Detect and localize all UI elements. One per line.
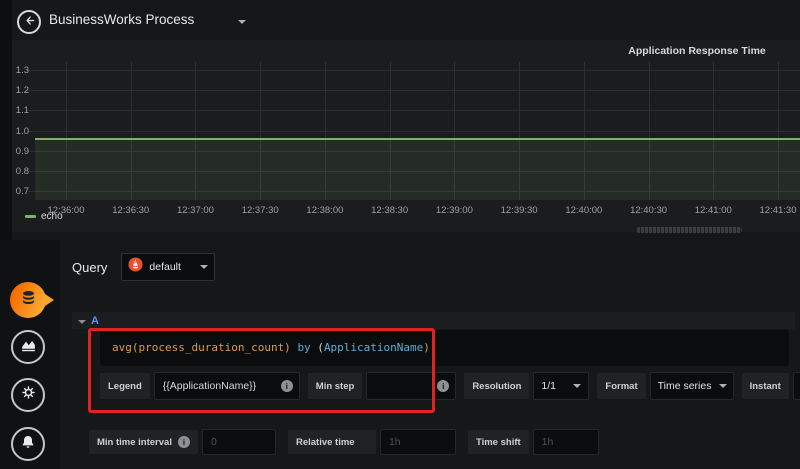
expr-token: avg(process_duration_count) bbox=[112, 341, 291, 354]
x-axis-tick-label: 12:38:30 bbox=[362, 205, 418, 216]
x-axis-tick-label: 12:39:30 bbox=[491, 205, 547, 216]
info-icon[interactable] bbox=[281, 380, 293, 392]
resolution-label: Resolution bbox=[464, 373, 529, 399]
min-step-input[interactable] bbox=[373, 379, 437, 393]
time-shift-label: Time shift bbox=[468, 430, 529, 454]
min-time-interval-input[interactable] bbox=[209, 435, 269, 449]
query-ref-row[interactable]: A bbox=[72, 312, 795, 329]
grafana-panel-editor: BusinessWorks Process Application Respon… bbox=[0, 0, 800, 469]
bell-icon bbox=[20, 434, 36, 455]
min-step-label: Min step bbox=[308, 373, 363, 399]
top-nav: BusinessWorks Process bbox=[0, 0, 800, 40]
resolution-select[interactable]: 1/1 bbox=[533, 372, 589, 400]
back-button[interactable] bbox=[17, 10, 41, 34]
panel-time-options-row: Min time interval Relative time Time shi… bbox=[89, 429, 599, 455]
x-axis-tick-label: 12:38:00 bbox=[297, 205, 353, 216]
min-time-interval-label: Min time interval bbox=[89, 430, 198, 454]
relative-time-input-wrap bbox=[380, 429, 456, 455]
x-axis-tick-label: 12:39:00 bbox=[426, 205, 482, 216]
legend-item-echo[interactable]: echo bbox=[25, 211, 63, 222]
expr-token: ) bbox=[423, 341, 430, 354]
instant-label: Instant bbox=[742, 373, 789, 399]
y-axis-tick-label: 0.7 bbox=[3, 186, 29, 197]
series-area-fill bbox=[35, 139, 800, 200]
promql-expression-field[interactable]: avg(process_duration_count) by (Applicat… bbox=[100, 330, 789, 366]
tab-visualization[interactable] bbox=[11, 330, 45, 364]
query-options-row: Legend Min step Resolution 1/1 Format Ti… bbox=[100, 372, 800, 400]
panel-title[interactable]: Application Response Time bbox=[607, 45, 787, 57]
expr-token: ApplicationName bbox=[324, 341, 423, 354]
gridline-horizontal bbox=[28, 131, 800, 132]
query-section-title: Query bbox=[72, 260, 107, 275]
dashboard-title[interactable]: BusinessWorks Process bbox=[49, 12, 194, 27]
tab-general[interactable] bbox=[11, 378, 45, 412]
legend-format-label: Legend bbox=[100, 373, 150, 399]
series-color-dash bbox=[25, 215, 36, 218]
info-icon[interactable] bbox=[437, 380, 449, 392]
database-icon bbox=[19, 288, 38, 312]
query-ref-id: A bbox=[91, 315, 99, 327]
x-axis-tick-label: 12:37:00 bbox=[167, 205, 223, 216]
y-axis-tick-label: 1.0 bbox=[3, 126, 29, 137]
min-step-input-wrap bbox=[366, 372, 456, 400]
chevron-down-icon bbox=[573, 384, 581, 388]
x-axis-tick-label: 12:40:00 bbox=[556, 205, 612, 216]
time-shift-input-wrap bbox=[533, 429, 599, 455]
y-axis-tick-label: 1.2 bbox=[3, 85, 29, 96]
y-axis-tick-label: 0.8 bbox=[3, 166, 29, 177]
chart-plot-area: 1.31.21.11.00.90.80.712:36:0012:36:3012:… bbox=[35, 62, 800, 200]
chevron-down-icon bbox=[200, 265, 208, 269]
tab-alert[interactable] bbox=[11, 427, 45, 461]
resolution-value: 1/1 bbox=[541, 380, 556, 392]
datasource-value: default bbox=[149, 261, 194, 273]
format-select[interactable]: Time series bbox=[650, 372, 734, 400]
gridline-horizontal bbox=[28, 70, 800, 71]
min-time-interval-text: Min time interval bbox=[97, 437, 172, 448]
legend-format-input[interactable] bbox=[161, 379, 281, 393]
promql-expression-text: avg(process_duration_count) by (Applicat… bbox=[112, 341, 430, 354]
x-axis-tick-label: 12:41:30 bbox=[750, 205, 800, 216]
y-axis-tick-label: 0.9 bbox=[3, 146, 29, 157]
prometheus-icon bbox=[128, 257, 143, 277]
series-line bbox=[35, 138, 800, 140]
expr-token: ( bbox=[311, 341, 324, 354]
time-shift-input[interactable] bbox=[540, 435, 592, 449]
relative-time-label: Relative time bbox=[288, 430, 376, 454]
chart-icon bbox=[20, 336, 37, 358]
info-icon[interactable] bbox=[178, 436, 190, 448]
x-axis-tick-label: 12:37:30 bbox=[232, 205, 288, 216]
y-axis-tick-label: 1.1 bbox=[3, 105, 29, 116]
format-label: Format bbox=[597, 373, 645, 399]
instant-toggle[interactable] bbox=[793, 372, 800, 400]
collapse-caret-icon bbox=[78, 320, 86, 324]
x-axis-tick-label: 12:36:30 bbox=[103, 205, 159, 216]
relative-time-input[interactable] bbox=[387, 435, 449, 449]
x-axis-tick-label: 12:40:30 bbox=[621, 205, 677, 216]
gridline-horizontal bbox=[28, 110, 800, 111]
query-header-row: Query default bbox=[72, 253, 215, 281]
legend-format-input-wrap bbox=[154, 372, 300, 400]
tab-queries[interactable] bbox=[10, 282, 46, 318]
format-value: Time series bbox=[658, 380, 712, 392]
graph-panel: Application Response Time 1.31.21.11.00.… bbox=[12, 40, 800, 232]
back-arrow-icon bbox=[24, 13, 35, 31]
chevron-down-icon bbox=[719, 384, 727, 388]
gear-wrench-icon bbox=[20, 384, 37, 406]
y-axis-tick-label: 1.3 bbox=[3, 65, 29, 76]
chevron-down-icon[interactable] bbox=[238, 20, 246, 24]
min-time-interval-input-wrap bbox=[202, 429, 276, 455]
datasource-picker[interactable]: default bbox=[121, 253, 215, 281]
x-axis-tick-label: 12:41:00 bbox=[685, 205, 741, 216]
legend-series-name: echo bbox=[41, 211, 63, 222]
panel-resize-handle[interactable] bbox=[636, 227, 742, 233]
expr-token: by bbox=[297, 341, 310, 354]
gridline-horizontal bbox=[28, 90, 800, 91]
